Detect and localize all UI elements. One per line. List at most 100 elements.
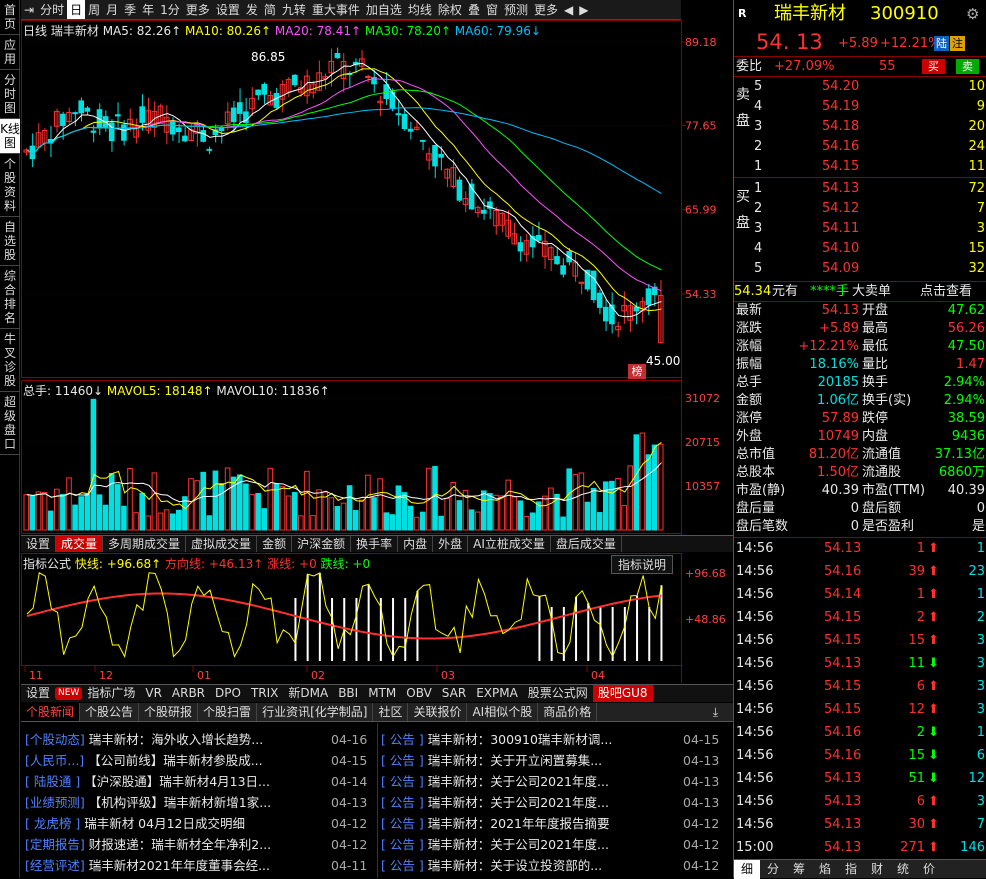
indicator-tab-1[interactable]: NEW [55, 687, 83, 700]
toolbar-item-14[interactable]: 均线 [405, 0, 435, 19]
news-title[interactable]: 瑞丰新材：关于设立投资部的... [428, 858, 602, 873]
volume-tab-4[interactable]: 金额 [257, 536, 293, 552]
sell-button[interactable]: 卖 [956, 59, 979, 74]
news-title[interactable]: 瑞丰新材：关于开立闲置募集... [428, 753, 602, 768]
news-title[interactable]: 瑞丰新材：关于公司2021年度... [428, 795, 609, 810]
indicator-tab-3[interactable]: VR [140, 685, 167, 702]
news-item[interactable]: [ 公告 ] 瑞丰新材：2021年年度报告摘要 04-12 [381, 813, 729, 834]
news-tab-8[interactable]: 商品价格 [538, 703, 598, 721]
news-item[interactable]: [ 公告 ] 瑞丰新材：关于公司2021年度... 04-13 [381, 792, 729, 813]
volume-tab-3[interactable]: 虚拟成交量 [186, 536, 258, 552]
volume-tab-10[interactable]: 盘后成交量 [551, 536, 622, 552]
quote-tab-1[interactable]: 分 [760, 860, 786, 879]
indicator-tab-2[interactable]: 指标广场 [82, 685, 140, 702]
indicator-tab-0[interactable]: 设置 [21, 685, 55, 702]
news-title[interactable]: 瑞丰新材：2021年年度报告摘要 [428, 816, 610, 831]
news-tab-7[interactable]: AI相似个股 [467, 703, 539, 721]
news-item[interactable]: [ 公告 ] 瑞丰新材：关于公司2021年度... 04-12 [381, 834, 729, 855]
news-title[interactable]: 瑞丰新材：海外收入增长趋势... [89, 732, 263, 747]
toolbar-item-16[interactable]: 叠 [465, 0, 483, 19]
toolbar-item-1[interactable]: 日 [67, 0, 86, 19]
news-title[interactable]: 财报速递：瑞丰新材全年净利2... [89, 837, 271, 852]
toolbar-item-2[interactable]: 周 [85, 0, 103, 19]
toolbar-item-8[interactable]: 设置 [213, 0, 243, 19]
toolbar-item-7[interactable]: 更多 [183, 0, 213, 19]
kline-svg[interactable]: 89.18 77.65 65.99 54.33 31072 20715 10357 [21, 20, 733, 535]
lugutong-badge[interactable]: 陆 [934, 36, 949, 51]
leftnav-item-6[interactable]: 综合排名 [0, 266, 20, 329]
news-item[interactable]: [ 公告 ] 瑞丰新材：关于公司2021年度... 04-13 [381, 771, 729, 792]
settings-gear-icon[interactable]: ⚙ [966, 2, 979, 26]
indicator-tab-14[interactable]: 股吧GU8 [592, 685, 653, 702]
news-title[interactable]: 瑞丰新材 04月12日成交明细 [84, 816, 245, 831]
kline-chart[interactable]: 89.18 77.65 65.99 54.33 31072 20715 10357 日线 瑞… [21, 20, 733, 535]
toolbar-item-11[interactable]: 九转 [279, 0, 309, 19]
volume-tab-1[interactable]: 成交量 [56, 536, 104, 552]
leftnav-item-0[interactable]: 首页 [0, 0, 20, 35]
quote-tab-5[interactable]: 财 [864, 860, 890, 879]
buy-button[interactable]: 买 [922, 59, 945, 74]
indicator-tab-13[interactable]: 股票公式网 [523, 685, 593, 702]
news-tab-1[interactable]: 个股公告 [80, 703, 140, 721]
news-item[interactable]: [个股动态] 瑞丰新材：海外收入增长趋势... 04-16 [25, 729, 377, 750]
back-icon[interactable]: ◀ [561, 0, 576, 19]
leftnav-item-4[interactable]: 个股资料 [0, 154, 20, 217]
news-tab-3[interactable]: 个股扫雷 [198, 703, 258, 721]
toolbar-item-6[interactable]: 1分 [157, 0, 183, 19]
news-tab-5[interactable]: 社区 [373, 703, 409, 721]
toolbar-item-10[interactable]: 简 [261, 0, 279, 19]
news-item[interactable]: [ 公告 ] 瑞丰新材：300910瑞丰新材调... 04-15 [381, 729, 729, 750]
indicator-tab-7[interactable]: 新DMA [283, 685, 333, 702]
news-tab-4[interactable]: 行业资讯[化学制品] [257, 703, 374, 721]
news-item[interactable]: [人民币...] 【公司前线】瑞丰新材参股成... 04-15 [25, 750, 377, 771]
quote-tab-3[interactable]: 焰 [812, 860, 838, 879]
volume-tab-7[interactable]: 内盘 [398, 536, 434, 552]
news-title[interactable]: 瑞丰新材：300910瑞丰新材调... [428, 732, 613, 747]
volume-tab-2[interactable]: 多周期成交量 [103, 536, 187, 552]
news-title[interactable]: 瑞丰新材：关于公司2021年度... [428, 837, 609, 852]
volume-tab-0[interactable]: 设置 [21, 536, 57, 552]
download-icon[interactable]: ⤓ [708, 703, 723, 721]
news-title[interactable]: 瑞丰新材2021年年度董事会经... [89, 858, 270, 873]
quote-tab-0[interactable]: 细 [734, 860, 760, 879]
toolbar-item-17[interactable]: 窗 [483, 0, 501, 19]
leftnav-item-3[interactable]: K线图 [0, 119, 20, 154]
news-item[interactable]: [业绩预测] 【机构评级】瑞丰新材新增1家... 04-13 [25, 792, 377, 813]
quote-tab-6[interactable]: 统 [890, 860, 916, 879]
news-item[interactable]: [ 公告 ] 瑞丰新材：关于开立闲置募集... 04-13 [381, 750, 729, 771]
toolbar-item-15[interactable]: 除权 [435, 0, 465, 19]
indicator-tab-8[interactable]: BBI [333, 685, 363, 702]
leftnav-item-8[interactable]: 超级盘口 [0, 392, 20, 455]
news-item[interactable]: [ 陆股通 ] 【沪深股通】瑞丰新材4月13日... 04-14 [25, 771, 377, 792]
quote-tab-4[interactable]: 指 [838, 860, 864, 879]
indicator-help-button[interactable]: 指标说明 [611, 555, 674, 574]
volume-tab-5[interactable]: 沪深金额 [292, 536, 352, 552]
toolbar-item-5[interactable]: 年 [139, 0, 157, 19]
toolbar-item-19[interactable]: 更多 [531, 0, 561, 19]
toolbar-item-4[interactable]: 季 [121, 0, 139, 19]
leftnav-item-7[interactable]: 牛叉诊股 [0, 329, 20, 392]
quote-tab-7[interactable]: 价 [916, 860, 942, 879]
indicator-tab-6[interactable]: TRIX [246, 685, 283, 702]
bang-badge[interactable]: 榜 [628, 364, 646, 379]
toolbar-item-18[interactable]: 预测 [501, 0, 531, 19]
news-tab-6[interactable]: 关联报价 [408, 703, 468, 721]
news-item[interactable]: [ 公告 ] 瑞丰新材：关于设立投资部的... 04-12 [381, 855, 729, 876]
prev-icon[interactable]: ⇥ [21, 0, 37, 19]
news-title[interactable]: 【公司前线】瑞丰新材参股成... [88, 753, 262, 768]
news-title[interactable]: 【机构评级】瑞丰新材新增1家... [89, 795, 271, 810]
news-tab-0[interactable]: 个股新闻 [21, 703, 81, 721]
toolbar-item-13[interactable]: 加自选 [363, 0, 405, 19]
news-title[interactable]: 【沪深股通】瑞丰新材4月13日... [84, 774, 270, 789]
volume-tab-6[interactable]: 换手率 [351, 536, 399, 552]
news-item[interactable]: [ 龙虎榜 ] 瑞丰新材 04月12日成交明细 04-12 [25, 813, 377, 834]
volume-tab-9[interactable]: AI立桩成交量 [468, 536, 551, 552]
leftnav-item-5[interactable]: 自选股 [0, 217, 20, 266]
volume-tab-8[interactable]: 外盘 [433, 536, 469, 552]
toolbar-item-0[interactable]: 分时 [37, 0, 67, 19]
indicator-tab-5[interactable]: DPO [210, 685, 246, 702]
news-item[interactable]: [定期报告] 财报速递：瑞丰新材全年净利2... 04-12 [25, 834, 377, 855]
news-item[interactable]: [经营评述] 瑞丰新材2021年年度董事会经... 04-11 [25, 855, 377, 876]
toolbar-item-9[interactable]: 发 [243, 0, 261, 19]
news-tab-2[interactable]: 个股研报 [139, 703, 199, 721]
